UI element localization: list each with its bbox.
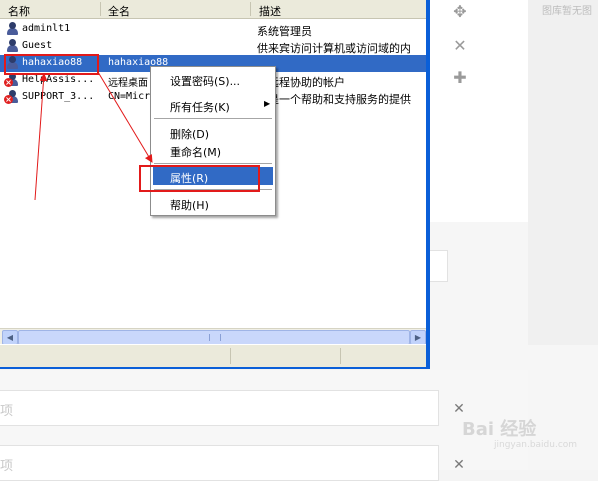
disabled-user-icon: × bbox=[4, 90, 19, 104]
menu-label: 所有任务(K) bbox=[170, 101, 230, 114]
column-header-name[interactable]: 名称 bbox=[8, 3, 30, 19]
scroll-left-icon[interactable]: ◀ bbox=[2, 330, 18, 345]
user-fullname: 远程桌面 bbox=[108, 78, 148, 89]
menu-item-help[interactable]: 帮助(H) bbox=[153, 194, 273, 212]
status-bar bbox=[0, 344, 426, 367]
column-header-fullname[interactable]: 全名 bbox=[108, 3, 130, 19]
field-placeholder: 项 bbox=[0, 459, 14, 474]
step-text-field[interactable]: 项 bbox=[0, 390, 439, 426]
plus-icon[interactable]: ✚ bbox=[452, 70, 468, 86]
column-header-description[interactable]: 描述 bbox=[259, 3, 281, 19]
user-name: adminlt1 bbox=[22, 23, 71, 34]
watermark-url: jingyan.baidu.com bbox=[494, 440, 578, 450]
field-placeholder: 项 bbox=[0, 404, 14, 419]
menu-label: 设置密码(S)... bbox=[170, 75, 241, 88]
submenu-arrow-icon: ▶ bbox=[264, 99, 271, 108]
scroll-right-icon[interactable]: ▶ bbox=[410, 330, 426, 345]
menu-label: 重命名(M) bbox=[170, 146, 222, 159]
context-menu: 设置密码(S)... 所有任务(K) ▶ 删除(D) 重命名(M) 属性(R) 帮… bbox=[150, 66, 276, 216]
user-icon bbox=[5, 22, 19, 36]
table-row[interactable]: Guest 供来宾访问计算机或访问域的内 bbox=[0, 38, 426, 55]
user-name: SUPPORT_3... bbox=[22, 91, 95, 102]
menu-item-set-password[interactable]: 设置密码(S)... bbox=[153, 70, 273, 88]
disabled-user-icon: × bbox=[4, 73, 19, 87]
menu-item-all-tasks[interactable]: 所有任务(K) ▶ bbox=[153, 96, 273, 114]
user-description: 系统管理员 bbox=[257, 25, 312, 38]
user-description: 供来宾访问计算机或访问域的内 bbox=[257, 42, 411, 55]
menu-item-delete[interactable]: 删除(D) bbox=[153, 123, 273, 141]
user-description: 这是一个帮助和支持服务的提供 bbox=[257, 93, 411, 106]
user-name: HelpAssis... bbox=[22, 74, 95, 85]
highlight-box-user bbox=[4, 54, 99, 75]
user-name: Guest bbox=[22, 40, 53, 51]
remove-step-icon[interactable]: ✕ bbox=[452, 402, 466, 416]
menu-item-rename[interactable]: 重命名(M) bbox=[153, 141, 273, 159]
user-icon bbox=[5, 39, 19, 53]
menu-label: 帮助(H) bbox=[170, 199, 209, 212]
step-text-field[interactable]: 项 bbox=[0, 445, 439, 481]
horizontal-scrollbar[interactable]: ◀ ▶ bbox=[0, 328, 426, 345]
editor-panel-card bbox=[430, 0, 528, 222]
image-library-column bbox=[528, 0, 598, 345]
baidu-watermark: Bai 经验 bbox=[462, 419, 537, 440]
user-fullname: CN=Micr bbox=[108, 91, 151, 102]
table-row[interactable]: adminlt1 系统管理员 bbox=[0, 21, 426, 38]
menu-label: 删除(D) bbox=[170, 128, 210, 141]
close-icon[interactable]: ✕ bbox=[452, 38, 468, 54]
step-input-edge[interactable] bbox=[430, 250, 448, 282]
image-library-empty-label: 图库暂无图 bbox=[542, 6, 592, 17]
list-header: 名称 全名 描述 bbox=[0, 0, 426, 19]
highlight-box-properties bbox=[139, 165, 260, 192]
move-icon[interactable]: ✥ bbox=[452, 4, 468, 20]
scrollbar-thumb[interactable] bbox=[18, 330, 410, 345]
